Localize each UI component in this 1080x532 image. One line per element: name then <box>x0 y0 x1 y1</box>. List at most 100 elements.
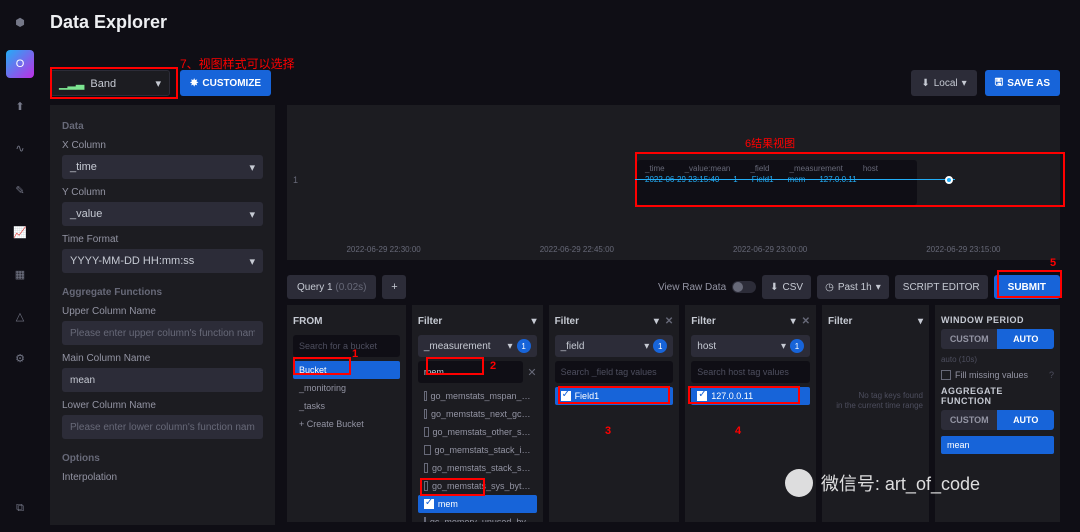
chevron-down-icon: ▾ <box>654 316 659 327</box>
chevron-down-icon: ▾ <box>918 316 923 327</box>
filter-item[interactable]: go_memstats_stack_i… <box>418 441 537 459</box>
view-type-dropdown[interactable]: ▁▂▃Band▾ <box>50 70 170 96</box>
chart-area: 1 _time _value:mean _field _measurement … <box>287 105 1060 260</box>
customize-label: CUSTOMIZE <box>202 78 261 89</box>
chevron-down-icon: ▾ <box>249 255 255 268</box>
lower-column-input[interactable] <box>62 415 263 439</box>
y-column-label: Y Column <box>62 187 263 198</box>
filter-count-badge: 1 <box>653 339 667 353</box>
filter-header: Filter <box>691 316 715 327</box>
chart-point <box>945 176 953 184</box>
download-icon: ⬇ <box>921 78 929 89</box>
nav-data-icon[interactable]: ∿ <box>6 134 34 162</box>
filter-item[interactable]: go_memstats_mspan_… <box>418 387 537 405</box>
window-period-toggle[interactable]: CUSTOMAUTO <box>941 329 1054 349</box>
chevron-down-icon: ▾ <box>876 282 881 293</box>
filter-key-dropdown[interactable]: _measurement▾1 <box>418 335 537 357</box>
page-title: Data Explorer <box>50 12 167 33</box>
section-options: Options <box>62 453 263 464</box>
submit-button[interactable]: SUBMIT <box>994 275 1060 299</box>
download-icon: ⬇ <box>770 282 778 293</box>
window-period-label: WINDOW PERIOD <box>941 315 1054 325</box>
section-data: Data <box>62 121 263 132</box>
filter-search[interactable] <box>418 361 524 383</box>
nav-notebook-icon[interactable]: ✎ <box>6 176 34 204</box>
nav-collapse-icon[interactable]: ⧉ <box>6 494 34 522</box>
remove-filter-icon[interactable]: ✕ <box>665 316 673 327</box>
logo-icon[interactable]: ⬢ <box>6 8 34 36</box>
gear-icon: ✸ <box>190 78 198 89</box>
bucket-item[interactable]: _tasks <box>293 397 400 415</box>
nav-settings-icon[interactable]: ⚙ <box>6 344 34 372</box>
save-as-button[interactable]: 🖫SAVE AS <box>985 70 1060 96</box>
local-button[interactable]: ⬇Local▾ <box>911 70 976 96</box>
chevron-down-icon: ▾ <box>781 341 786 352</box>
filter-item[interactable]: qc_memory_unused_by… <box>418 513 537 522</box>
aggregate-toggle[interactable]: CUSTOMAUTO <box>941 410 1054 430</box>
main-column-input[interactable] <box>62 368 263 392</box>
interpolation-label: Interpolation <box>62 472 263 483</box>
section-aggregate: Aggregate Functions <box>62 287 263 298</box>
annotation-6: 6结果视图 <box>745 135 795 151</box>
filter-item[interactable]: go_memstats_other_s… <box>418 423 537 441</box>
aggregate-mean[interactable]: mean <box>941 436 1054 454</box>
bucket-item-selected[interactable]: Bucket <box>293 361 400 379</box>
upper-column-input[interactable] <box>62 321 263 345</box>
bucket-create[interactable]: + Create Bucket <box>293 415 400 433</box>
from-search[interactable] <box>293 335 400 357</box>
lower-column-label: Lower Column Name <box>62 400 263 411</box>
chevron-down-icon: ▾ <box>155 77 161 90</box>
time-range-dropdown[interactable]: ◷Past 1h▾ <box>817 275 889 299</box>
customize-button[interactable]: ✸ CUSTOMIZE <box>180 70 271 96</box>
x-column-dropdown[interactable]: _time▾ <box>62 155 263 179</box>
x-column-label: X Column <box>62 140 263 151</box>
filter-key-dropdown[interactable]: host▾1 <box>691 335 810 357</box>
time-format-dropdown[interactable]: YYYY-MM-DD HH:mm:ss▾ <box>62 249 263 273</box>
script-editor-button[interactable]: SCRIPT EDITOR <box>895 275 988 299</box>
wechat-icon <box>785 469 813 497</box>
nav-dashboard-icon[interactable]: 📈 <box>6 218 34 246</box>
filter-item-selected[interactable]: mem <box>418 495 537 513</box>
nav-org-icon[interactable]: O <box>6 50 34 78</box>
fill-missing-checkbox[interactable] <box>941 370 951 380</box>
save-icon: 🖫 <box>995 75 1004 92</box>
filter-item-selected[interactable]: 127.0.0.11 <box>691 387 810 405</box>
chevron-down-icon: ▾ <box>532 316 537 327</box>
filter-item-selected[interactable]: Field1 <box>555 387 674 405</box>
filter-header: Filter <box>555 316 579 327</box>
chevron-down-icon: ▾ <box>644 341 649 352</box>
filter-key-dropdown[interactable]: _field▾1 <box>555 335 674 357</box>
filter-count-badge: 1 <box>790 339 804 353</box>
nav-alerts-icon[interactable]: △ <box>6 302 34 330</box>
filter-item[interactable]: go_memstats_sys_byt… <box>418 477 537 495</box>
watermark: 微信号: art_of_code <box>785 469 980 497</box>
filter-item[interactable]: go_memstats_stack_s… <box>418 459 537 477</box>
view-type-label: Band <box>90 78 116 90</box>
chevron-down-icon: ▾ <box>249 208 255 221</box>
no-tag-keys-message: No tag keys foundin the current time ran… <box>828 391 923 412</box>
chevron-down-icon: ▾ <box>962 78 967 89</box>
view-raw-data-label: View Raw Data <box>658 282 726 293</box>
help-icon[interactable]: ? <box>1049 370 1054 380</box>
chart-tooltip: _time _value:mean _field _measurement ho… <box>637 160 917 205</box>
query-tab-1[interactable]: Query 1 (0.02s) <box>287 275 376 299</box>
remove-filter-icon[interactable]: ✕ <box>802 316 810 327</box>
view-raw-data-toggle[interactable] <box>732 281 756 293</box>
upper-column-label: Upper Column Name <box>62 306 263 317</box>
csv-button[interactable]: ⬇CSV <box>762 275 811 299</box>
clock-icon: ◷ <box>825 282 834 293</box>
nav-upload-icon[interactable]: ⬆ <box>6 92 34 120</box>
fill-missing-label: Fill missing values <box>955 370 1028 380</box>
y-column-dropdown[interactable]: _value▾ <box>62 202 263 226</box>
nav-tasks-icon[interactable]: ▦ <box>6 260 34 288</box>
clear-search-icon[interactable]: ✕ <box>527 366 536 379</box>
chevron-down-icon: ▾ <box>508 341 513 352</box>
filter-item[interactable]: go_memstats_next_gc… <box>418 405 537 423</box>
add-query-button[interactable]: + <box>382 275 406 299</box>
time-format-label: Time Format <box>62 234 263 245</box>
filter-search[interactable] <box>555 361 674 383</box>
filter-search[interactable] <box>691 361 810 383</box>
chevron-down-icon: ▾ <box>249 161 255 174</box>
from-header: FROM <box>293 311 400 331</box>
bucket-item[interactable]: _monitoring <box>293 379 400 397</box>
